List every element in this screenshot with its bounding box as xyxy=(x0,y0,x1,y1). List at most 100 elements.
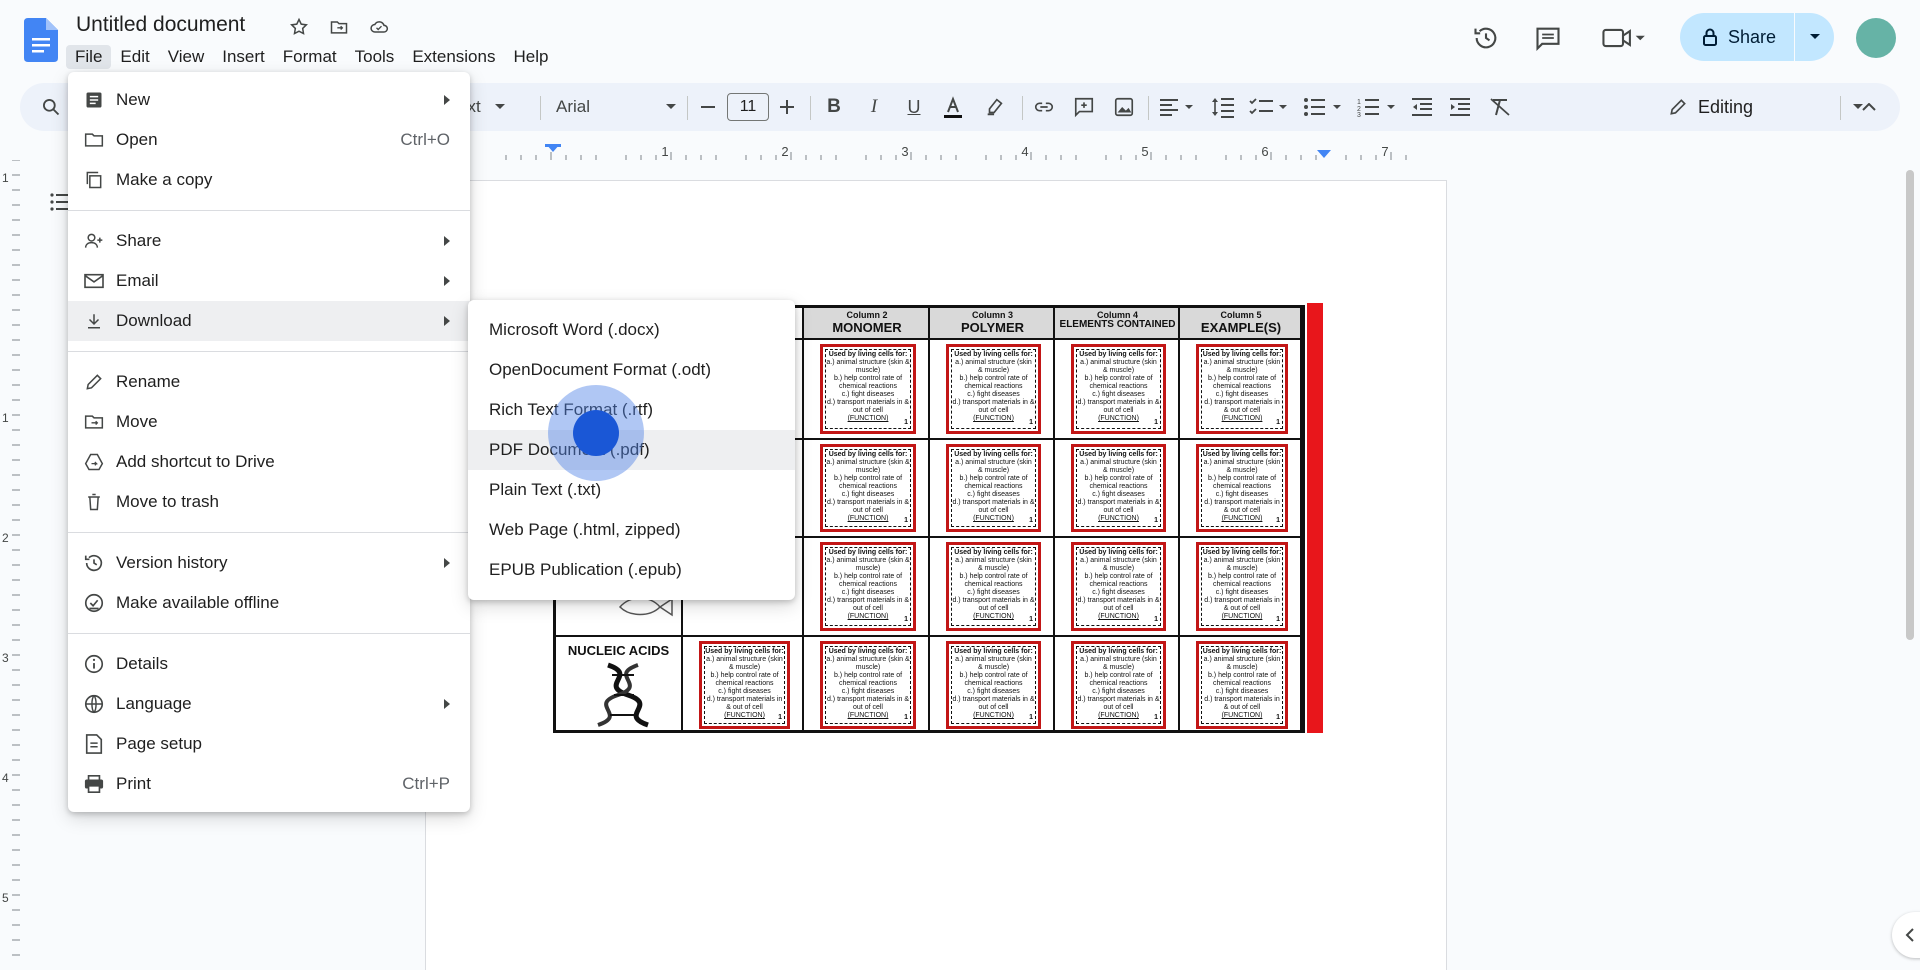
card-line: c.) fight diseases xyxy=(718,688,771,695)
line-spacing-icon[interactable] xyxy=(1206,83,1240,131)
clear-formatting-icon[interactable] xyxy=(1484,83,1516,131)
file-menu-item-add-shortcut-to-drive[interactable]: Add shortcut to Drive xyxy=(68,442,470,482)
file-menu-item-language[interactable]: Language xyxy=(68,684,470,724)
menu-edit[interactable]: Edit xyxy=(111,45,158,69)
file-menu-item-page-setup[interactable]: Page setup xyxy=(68,724,470,764)
download-option-6[interactable]: Web Page (.html, zipped) xyxy=(468,510,795,550)
file-menu-item-download[interactable]: Download xyxy=(68,301,470,341)
star-icon[interactable] xyxy=(287,15,311,39)
menu-format[interactable]: Format xyxy=(274,45,346,69)
cloud-saved-icon[interactable] xyxy=(367,15,391,39)
card-line: c.) fight diseases xyxy=(1215,688,1269,695)
card-heading: Used by living cells for: xyxy=(1202,351,1282,358)
collapse-menus-icon[interactable] xyxy=(1854,83,1884,131)
file-menu-item-move[interactable]: Move xyxy=(68,402,470,442)
file-menu-item-make-a-copy[interactable]: Make a copy xyxy=(68,160,470,200)
menu-item-label: Download xyxy=(116,311,192,330)
decrease-font-size-icon[interactable] xyxy=(696,83,720,131)
card-function-label: (FUNCTION) xyxy=(1098,712,1139,719)
underline-icon[interactable]: U xyxy=(898,83,930,131)
file-menu-item-share[interactable]: Share xyxy=(68,221,470,261)
bulleted-list-icon[interactable] xyxy=(1300,83,1346,131)
file-menu-item-new[interactable]: New xyxy=(68,80,470,120)
menu-extensions[interactable]: Extensions xyxy=(403,45,504,69)
file-menu-item-move-to-trash[interactable]: Move to trash xyxy=(68,482,470,522)
menu-tools[interactable]: Tools xyxy=(346,45,404,69)
function-card: Used by living cells for: a.) animal stru… xyxy=(1196,542,1288,631)
card-heading: Used by living cells for: xyxy=(1202,648,1282,655)
file-menu-item-details[interactable]: Details xyxy=(68,644,470,684)
avatar[interactable] xyxy=(1856,18,1896,58)
menu-help[interactable]: Help xyxy=(504,45,557,69)
comments-icon[interactable] xyxy=(1532,22,1564,54)
click-indicator-dot xyxy=(573,410,619,456)
document-title[interactable]: Untitled document xyxy=(76,13,245,37)
share-dropdown-icon[interactable] xyxy=(1795,33,1834,41)
menu-item-label: Details xyxy=(116,654,168,673)
text-color-icon[interactable] xyxy=(936,83,970,131)
numbered-list-icon[interactable]: 123 xyxy=(1354,83,1400,131)
menu-view[interactable]: View xyxy=(159,45,214,69)
menu-item-label: New xyxy=(116,90,151,109)
menu-separator xyxy=(68,351,470,352)
file-menu-item-open[interactable]: Open Ctrl+O xyxy=(68,120,470,160)
menu-insert[interactable]: Insert xyxy=(213,45,274,69)
vertical-ruler-number: 1 xyxy=(2,411,9,425)
file-menu-item-rename[interactable]: Rename xyxy=(68,362,470,402)
table-column-header: Column 3 POLYMER xyxy=(930,308,1055,335)
insert-link-icon[interactable] xyxy=(1028,83,1060,131)
font-size-input[interactable]: 11 xyxy=(727,93,769,121)
trash-icon xyxy=(82,490,106,514)
share-button[interactable]: Share xyxy=(1680,13,1834,61)
font-select[interactable]: Arial xyxy=(556,83,676,131)
highlight-color-icon[interactable] xyxy=(978,83,1012,131)
download-option-5[interactable]: Plain Text (.txt) xyxy=(468,470,795,510)
search-menus-icon[interactable] xyxy=(36,83,66,131)
title-bar: Untitled document File Edit View Insert … xyxy=(0,0,1920,78)
shortcut-hint: Ctrl+P xyxy=(402,774,450,793)
increase-font-size-icon[interactable] xyxy=(775,83,799,131)
editing-mode-select[interactable]: Editing xyxy=(1668,83,1864,131)
card-line: b.) help control rate of chemical reacti… xyxy=(959,375,1028,390)
card-line: c.) fight diseases xyxy=(841,589,895,596)
horizontal-ruler[interactable]: 1 2 3 4 5 6 7 xyxy=(468,144,1446,160)
italic-icon[interactable]: I xyxy=(858,83,890,131)
side-panel-toggle[interactable] xyxy=(1892,912,1920,958)
card-heading: Used by living cells for: xyxy=(1079,451,1158,458)
menu-file[interactable]: File xyxy=(66,45,112,69)
meet-icon[interactable] xyxy=(1598,22,1648,54)
decrease-indent-icon[interactable] xyxy=(1406,83,1438,131)
add-comment-icon[interactable] xyxy=(1068,83,1100,131)
menu-item-label: Rename xyxy=(116,372,181,391)
bold-icon[interactable]: B xyxy=(818,83,850,131)
card-heading: Used by living cells for: xyxy=(1079,549,1158,556)
page-setup-icon xyxy=(82,732,106,756)
card-line: b.) help control rate of chemical reacti… xyxy=(1084,672,1153,687)
card-number: 1 xyxy=(904,419,908,426)
docs-logo-icon[interactable] xyxy=(24,18,58,62)
card-line: b.) help control rate of chemical reacti… xyxy=(710,672,779,687)
chevron-down-icon xyxy=(494,104,505,109)
card-line: c.) fight diseases xyxy=(841,391,895,398)
file-menu-item-email[interactable]: Email xyxy=(68,261,470,301)
download-option-2[interactable]: OpenDocument Format (.odt) xyxy=(468,350,795,390)
increase-indent-icon[interactable] xyxy=(1444,83,1476,131)
function-card: Used by living cells for: a.) animal stru… xyxy=(946,444,1041,532)
card-heading: Used by living cells for: xyxy=(828,351,908,358)
checklist-icon[interactable] xyxy=(1246,83,1292,131)
file-menu-item-make-available-offline[interactable]: Make available offline xyxy=(68,583,470,623)
card-line: c.) fight diseases xyxy=(967,491,1020,498)
card-function-label: (FUNCTION) xyxy=(1098,415,1139,422)
file-menu-item-print[interactable]: Print Ctrl+P xyxy=(68,764,470,804)
pencil-icon xyxy=(1670,99,1686,115)
download-option-7[interactable]: EPUB Publication (.epub) xyxy=(468,550,795,590)
version-history-icon[interactable] xyxy=(1470,22,1502,54)
insert-image-icon[interactable] xyxy=(1108,83,1140,131)
file-menu-item-version-history[interactable]: Version history xyxy=(68,543,470,583)
align-icon[interactable] xyxy=(1156,83,1198,131)
move-folder-icon[interactable] xyxy=(327,15,351,39)
download-option-1[interactable]: Microsoft Word (.docx) xyxy=(468,310,795,350)
card-function-label: (FUNCTION) xyxy=(847,613,889,620)
vertical-ruler[interactable]: 1 1 2 3 4 5 xyxy=(0,160,20,970)
scrollbar[interactable] xyxy=(1906,170,1914,640)
